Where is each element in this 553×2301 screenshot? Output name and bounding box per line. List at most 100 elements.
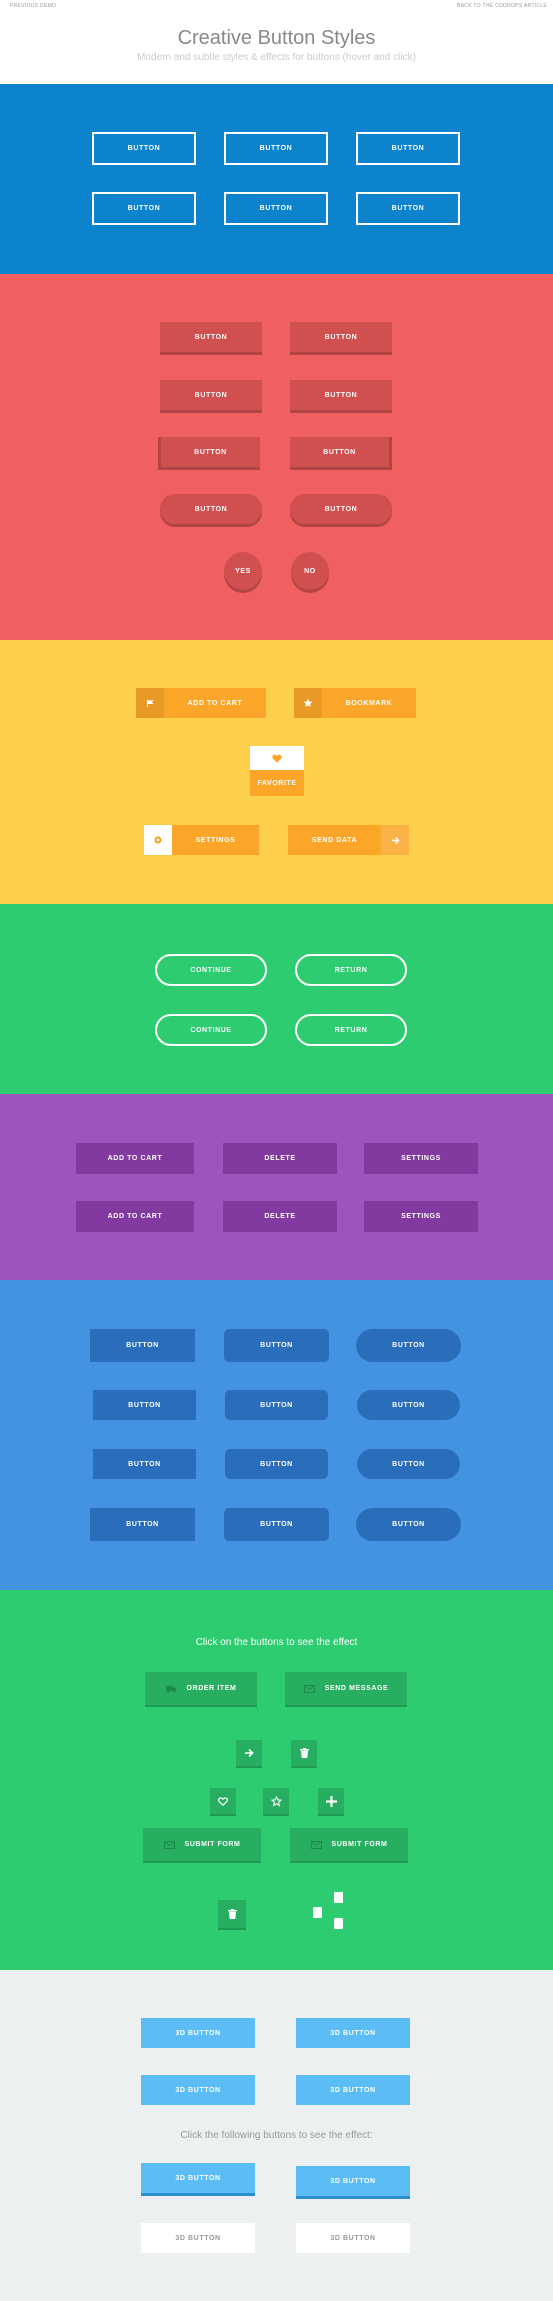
- star-icon: [270, 1795, 282, 1807]
- paper-icon: [334, 1918, 343, 1929]
- arrow-right-icon: [244, 1748, 254, 1758]
- outline-button[interactable]: Button: [356, 132, 460, 165]
- return-button[interactable]: Return: [295, 954, 407, 986]
- delete-button[interactable]: [291, 1740, 317, 1766]
- add-to-cart-button[interactable]: Add to Cart: [76, 1201, 194, 1232]
- no-button[interactable]: No: [291, 552, 329, 590]
- previous-demo-link[interactable]: Previous Demo: [10, 3, 56, 9]
- settings-button[interactable]: Settings: [364, 1143, 478, 1174]
- red-button[interactable]: Button: [290, 437, 392, 467]
- continue-button[interactable]: Continue: [155, 954, 267, 986]
- section-purple-buttons: Add to Cart Delete Settings Add to Cart …: [0, 1094, 553, 1280]
- settings-button[interactable]: Settings: [144, 825, 259, 855]
- outline-button[interactable]: Button: [356, 192, 460, 225]
- plus-button[interactable]: [318, 1788, 344, 1814]
- continue-button[interactable]: Continue: [155, 1014, 267, 1046]
- 3d-button[interactable]: 3D Button: [141, 2018, 255, 2048]
- outline-button[interactable]: Button: [92, 132, 196, 165]
- send-data-label: Send Data: [311, 836, 358, 844]
- heart-icon: [250, 746, 304, 770]
- 3d-button[interactable]: 3D Button: [296, 2075, 410, 2105]
- delete-button[interactable]: Delete: [223, 1201, 337, 1232]
- order-item-label: Order Item: [186, 1685, 237, 1692]
- paper-icon: [334, 1892, 343, 1903]
- red-button[interactable]: Button: [160, 322, 262, 352]
- section-outline-buttons: Button Button Button Button Button Butto…: [0, 84, 553, 274]
- outline-button[interactable]: Button: [224, 192, 328, 225]
- 3d-button[interactable]: 3D Button: [296, 2018, 410, 2048]
- red-pill-button[interactable]: Button: [160, 494, 262, 524]
- gear-icon: [144, 825, 172, 855]
- favorite-button[interactable]: Favorite: [250, 746, 304, 796]
- add-to-cart-button[interactable]: Add to Cart: [136, 688, 266, 718]
- red-button[interactable]: Button: [158, 437, 260, 467]
- outline-button[interactable]: Button: [224, 132, 328, 165]
- 3d-button[interactable]: 3D Button: [296, 2223, 410, 2253]
- heart-button[interactable]: [210, 1788, 236, 1814]
- star-button[interactable]: [263, 1788, 289, 1814]
- star-icon: [294, 688, 322, 718]
- section-3d-buttons: 3D Button 3D Button 3D Button 3D Button …: [0, 1970, 553, 2301]
- trash-icon: [227, 1909, 237, 1919]
- blue-button[interactable]: Button: [225, 1449, 328, 1479]
- settings-button[interactable]: Settings: [364, 1201, 478, 1232]
- 3d-button[interactable]: 3D Button: [296, 2166, 410, 2196]
- flag-icon: [136, 688, 164, 718]
- page-subtitle: Modern and subtle styles & effects for b…: [137, 52, 416, 63]
- blue-pill-button[interactable]: Button: [356, 1508, 461, 1541]
- section-pill-buttons: Continue Return Continue Return: [0, 904, 553, 1094]
- submit-form-button[interactable]: Submit Form: [290, 1828, 408, 1861]
- send-data-button[interactable]: Send Data: [288, 825, 409, 855]
- blue-button[interactable]: Button: [93, 1449, 196, 1479]
- page-title: Creative Button Styles: [177, 27, 376, 49]
- settings-label: Settings: [195, 836, 236, 844]
- trash-icon: [299, 1748, 309, 1758]
- blue-button[interactable]: Button: [90, 1508, 195, 1541]
- add-to-cart-label: Add to Cart: [187, 699, 243, 707]
- blue-button[interactable]: Button: [93, 1390, 196, 1420]
- 3d-button[interactable]: 3D Button: [141, 2075, 255, 2105]
- section-red-buttons: Button Button Button Button Button Butto…: [0, 274, 553, 640]
- red-button[interactable]: Button: [290, 380, 392, 410]
- bookmark-label: Bookmark: [345, 699, 393, 707]
- blue-button[interactable]: Button: [224, 1508, 329, 1541]
- red-button[interactable]: Button: [160, 380, 262, 410]
- blue-pill-button[interactable]: Button: [357, 1390, 460, 1420]
- envelope-icon: [163, 1840, 175, 1849]
- top-bar: Previous Demo Back to the Codrops Articl…: [0, 0, 553, 12]
- yes-button[interactable]: Yes: [224, 552, 262, 590]
- section-blue-buttons: Button Button Button Button Button Butto…: [0, 1280, 553, 1590]
- arrow-button[interactable]: [236, 1740, 262, 1766]
- order-item-button[interactable]: Order Item: [145, 1672, 257, 1705]
- submit-form-label: Submit Form: [184, 1841, 241, 1848]
- paper-icon: [313, 1907, 322, 1918]
- red-button[interactable]: Button: [290, 322, 392, 352]
- favorite-label: Favorite: [250, 770, 304, 796]
- submit-form-label: Submit Form: [331, 1841, 388, 1848]
- blue-pill-button[interactable]: Button: [356, 1329, 461, 1362]
- back-to-article-link[interactable]: Back to the Codrops Article: [457, 3, 547, 9]
- blue-button[interactable]: Button: [90, 1329, 195, 1362]
- bookmark-button[interactable]: Bookmark: [294, 688, 416, 718]
- delete-button[interactable]: Delete: [223, 1143, 337, 1174]
- 3d-button[interactable]: 3D Button: [141, 2163, 255, 2193]
- add-to-cart-button[interactable]: Add to Cart: [76, 1143, 194, 1174]
- plus-icon: [325, 1795, 337, 1807]
- page-header: Creative Button Styles Modern and subtle…: [0, 12, 553, 84]
- red-pill-button[interactable]: Button: [290, 494, 392, 524]
- blue-button[interactable]: Button: [224, 1329, 329, 1362]
- submit-form-button[interactable]: Submit Form: [143, 1828, 261, 1861]
- arrow-right-icon: [381, 825, 409, 855]
- section-green-effects: Click on the buttons to see the effect O…: [0, 1590, 553, 1970]
- send-message-button[interactable]: Send Message: [285, 1672, 407, 1705]
- section-caption: Click on the buttons to see the effect: [195, 1637, 358, 1648]
- 3d-button[interactable]: 3D Button: [141, 2223, 255, 2253]
- truck-icon: [165, 1685, 177, 1693]
- trash-button[interactable]: [218, 1900, 246, 1928]
- section-icon-buttons: Add to Cart Bookmark Favorite Settings S…: [0, 640, 553, 904]
- blue-pill-button[interactable]: Button: [357, 1449, 460, 1479]
- blue-button[interactable]: Button: [225, 1390, 328, 1420]
- return-button[interactable]: Return: [295, 1014, 407, 1046]
- outline-button[interactable]: Button: [92, 192, 196, 225]
- envelope-icon: [303, 1684, 315, 1693]
